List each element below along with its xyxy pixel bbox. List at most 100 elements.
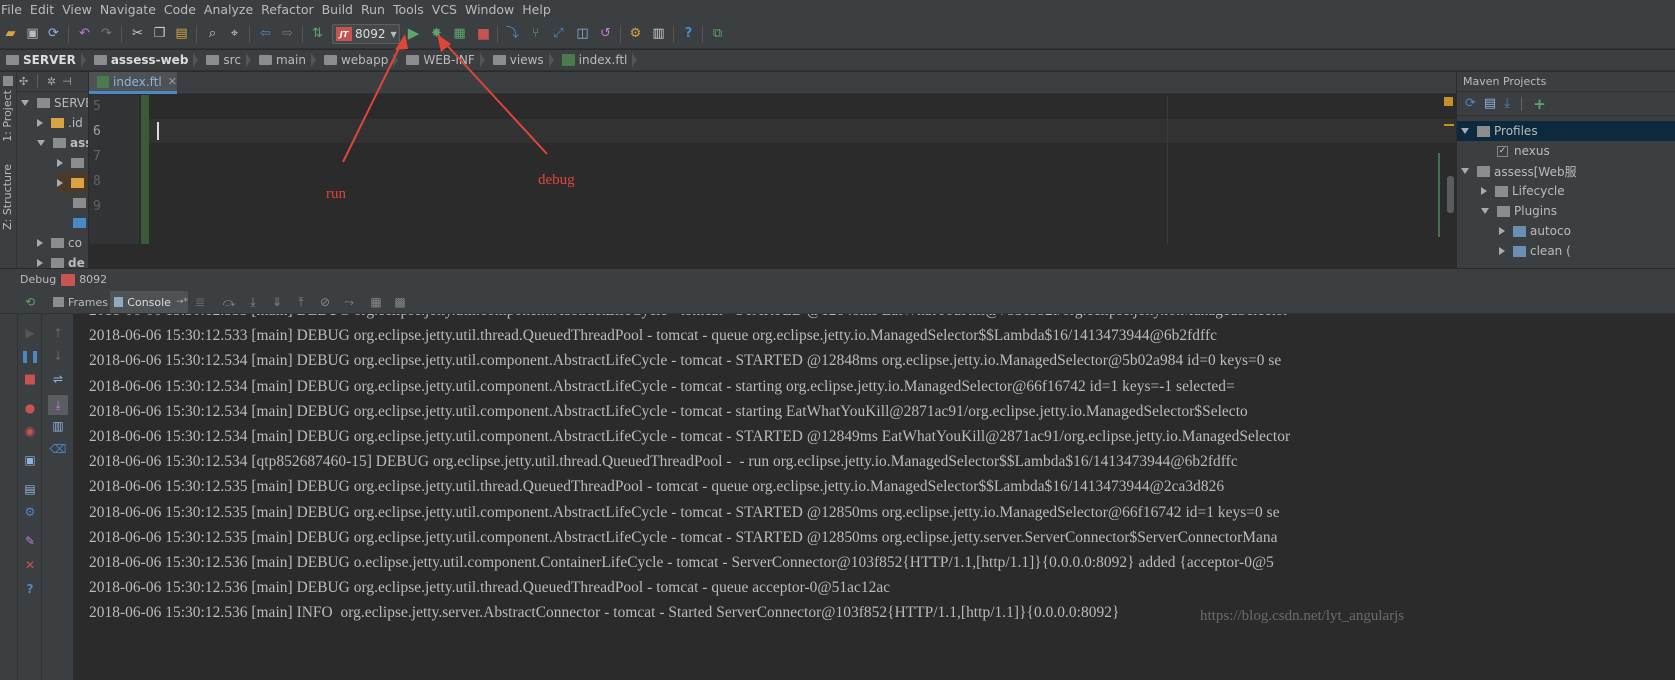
scroll-to-end-icon[interactable]: ⤓ [48, 395, 68, 415]
redo-icon[interactable]: ↷ [98, 25, 115, 42]
menu-window[interactable]: Window [465, 2, 520, 17]
tree-item[interactable] [73, 193, 88, 213]
console-output[interactable]: 2018-06-06 15:30:12.533 [main] DEBUG org… [74, 314, 1675, 680]
settings-icon[interactable]: ⚙ [627, 25, 644, 42]
breadcrumb-item[interactable]: index.ftl [556, 50, 640, 71]
chevron-right-icon[interactable] [1481, 187, 1487, 195]
forward-icon[interactable]: ⇨ [279, 25, 296, 42]
generate-sources-icon[interactable]: ▤ [1484, 96, 1496, 111]
chevron-right-icon[interactable] [37, 259, 43, 267]
tree-item[interactable]: ass [37, 133, 88, 153]
maven-tree-item[interactable]: Plugins [1481, 201, 1557, 221]
step-out-icon[interactable]: ⤒ [294, 295, 308, 309]
force-step-into-icon[interactable]: ⇓ [270, 295, 284, 309]
tab-frames[interactable]: Frames [50, 292, 114, 312]
open-folder-icon[interactable]: ▰ [2, 25, 19, 42]
replace-icon[interactable]: ⌖ [226, 25, 243, 42]
gear-icon[interactable]: ✲ [47, 75, 56, 88]
chevron-right-icon[interactable] [57, 179, 63, 187]
menu-run[interactable]: Run [361, 2, 391, 17]
step-into-icon[interactable]: ⤓ [246, 295, 260, 309]
scroll-down-icon[interactable]: ↓ [51, 349, 65, 363]
maven-tree-item[interactable]: clean ( [1499, 241, 1571, 261]
tree-item[interactable]: de [37, 253, 85, 268]
menu-help[interactable]: Help [522, 2, 557, 17]
tab-structure[interactable]: Z: Structure [1, 164, 14, 230]
vcs-update-icon[interactable]: ⤵ [504, 25, 521, 42]
tab-project[interactable]: 1: Project [1, 90, 14, 142]
find-icon[interactable]: ⌕ [204, 25, 221, 42]
tree-item[interactable]: SERVER [21, 93, 88, 113]
stop-icon[interactable]: ■ [475, 25, 492, 42]
menu-view[interactable]: View [62, 2, 98, 17]
camera-icon[interactable]: ▣ [23, 453, 37, 467]
menu-file[interactable]: File [0, 2, 28, 17]
run-configuration-select[interactable]: JT 8092 ▼ [332, 24, 400, 44]
menu-tools[interactable]: Tools [393, 2, 430, 17]
chevron-right-icon[interactable] [1499, 227, 1505, 235]
pause-icon[interactable]: ❚❚ [20, 349, 40, 363]
maven-tree-item[interactable]: Profiles [1457, 121, 1675, 141]
menu-build[interactable]: Build [322, 2, 359, 17]
close-icon[interactable]: ✕ [23, 558, 37, 572]
scrollbar-marker[interactable] [1444, 124, 1454, 126]
project-structure-icon[interactable]: ▥ [650, 25, 667, 42]
breadcrumb-item[interactable]: views [487, 50, 556, 71]
run-icon[interactable]: ▶ [405, 25, 422, 42]
evaluate-icon[interactable]: ▦ [369, 295, 383, 309]
coverage-icon[interactable]: ▦ [451, 25, 468, 42]
clear-all-icon[interactable]: ⌫ [50, 442, 67, 456]
vcs-compare-icon[interactable]: ⤢ [550, 25, 567, 42]
chevron-down-icon[interactable] [37, 140, 45, 146]
debug-icon[interactable]: ✸ [428, 25, 445, 42]
soft-wrap-icon[interactable]: ⇌ [51, 372, 65, 386]
stop-icon[interactable]: ■ [23, 372, 37, 386]
show-execution-point-icon[interactable]: ≣ [193, 295, 207, 309]
maven-tree-item[interactable]: autoco [1499, 221, 1571, 241]
download-icon[interactable]: ⤓ [1504, 96, 1510, 111]
tab-console[interactable]: Console →* [110, 291, 188, 313]
chevron-down-icon[interactable] [21, 100, 29, 106]
tree-item[interactable]: m [73, 213, 88, 233]
tree-item[interactable]: .id [37, 113, 83, 133]
chevron-right-icon[interactable] [1499, 247, 1505, 255]
menu-code[interactable]: Code [164, 2, 202, 17]
maven-tree-item[interactable]: ✓ nexus [1497, 141, 1550, 161]
vcs-revert-icon[interactable]: ↺ [597, 25, 614, 42]
menu-navigate[interactable]: Navigate [100, 2, 162, 17]
chevron-right-icon[interactable] [37, 119, 43, 127]
chevron-down-icon[interactable] [1461, 168, 1469, 174]
mute-breakpoints-icon[interactable]: ◉ [23, 424, 37, 438]
print-icon[interactable]: ▥ [51, 419, 65, 433]
sync-icon[interactable]: ⟳ [45, 25, 62, 42]
menu-refactor[interactable]: Refactor [261, 2, 319, 17]
profile-checkbox[interactable]: ✓ [1497, 145, 1508, 157]
rerun-icon[interactable]: ⟲ [23, 295, 37, 309]
restore-layout-icon[interactable]: ▤ [23, 482, 37, 496]
breadcrumb-item[interactable]: assess-web [88, 50, 201, 71]
maven-tree-item[interactable]: assess[Web服 [1461, 161, 1577, 181]
undo-icon[interactable]: ↶ [76, 25, 93, 42]
breadcrumb-item[interactable]: webapp [318, 50, 400, 71]
breadcrumb-item[interactable]: WEB-INF [400, 50, 486, 71]
breadcrumb-item[interactable]: SERVER [0, 50, 88, 71]
breadcrumb-item[interactable]: main [253, 50, 318, 71]
settings-icon[interactable]: ⚙ [23, 505, 37, 519]
help-icon[interactable]: ? [23, 582, 37, 596]
chevron-down-icon[interactable] [1461, 128, 1469, 134]
help-icon[interactable]: ? [680, 25, 697, 42]
pin-icon[interactable]: ✎ [23, 534, 37, 548]
chevron-down-icon[interactable] [1481, 208, 1489, 214]
copy-icon[interactable]: ❐ [151, 25, 168, 42]
editor-scrollbar-thumb[interactable] [1447, 176, 1454, 213]
vcs-history-icon[interactable]: ◫ [574, 25, 591, 42]
tree-item[interactable] [57, 153, 88, 173]
run-to-cursor-icon[interactable]: ⤳ [342, 295, 356, 309]
breadcrumb-item[interactable]: src [200, 50, 253, 71]
build-icon[interactable]: ⇅ [309, 25, 326, 42]
tree-item[interactable] [57, 173, 88, 193]
paste-icon[interactable]: ▤ [173, 25, 190, 42]
menu-vcs[interactable]: VCS [432, 2, 463, 17]
drop-frame-icon[interactable]: ⊘ [318, 295, 332, 309]
back-icon[interactable]: ⇦ [257, 25, 274, 42]
